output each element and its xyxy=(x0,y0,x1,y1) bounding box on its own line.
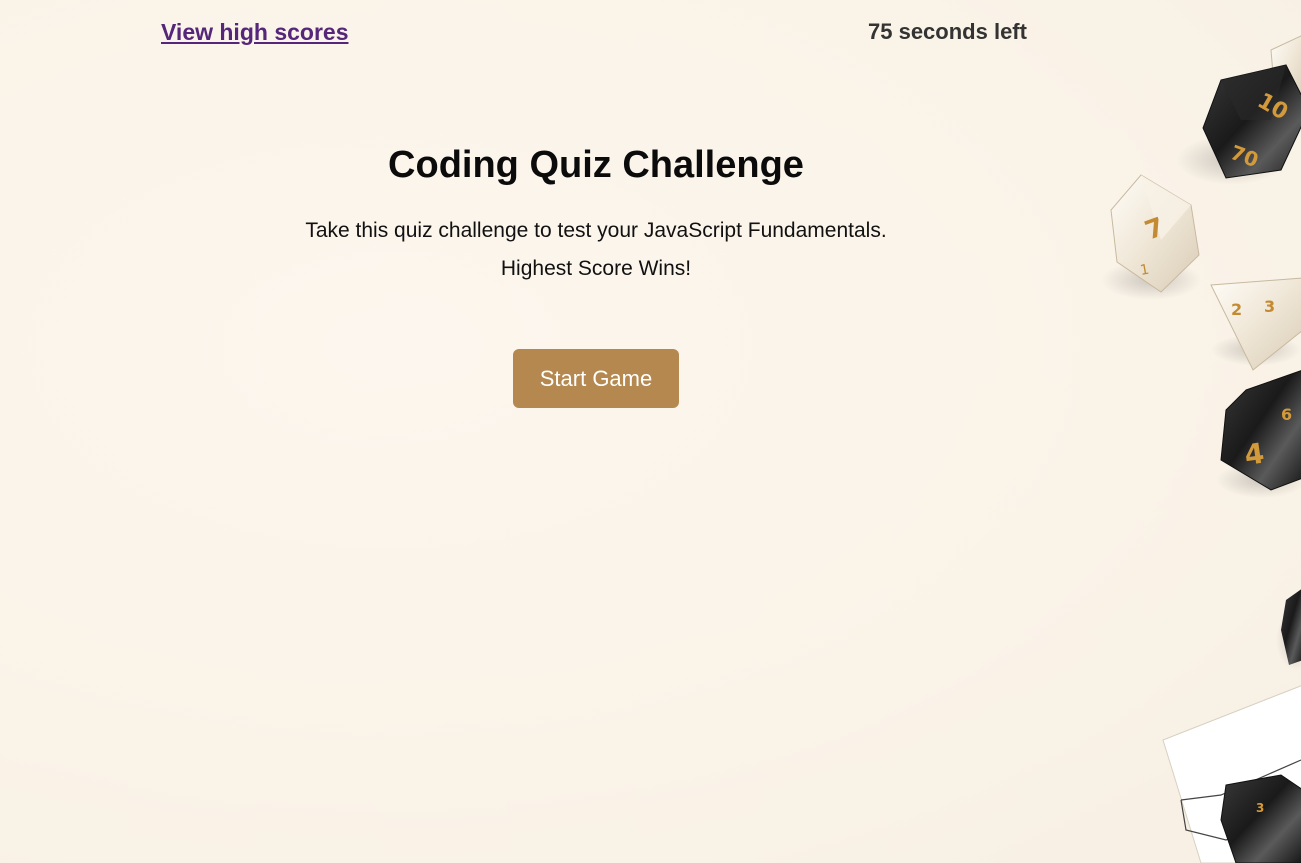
svg-text:6: 6 xyxy=(1281,405,1292,424)
dice-edge-partial xyxy=(1276,589,1301,670)
page-background: View high scores 75 seconds left Coding … xyxy=(0,0,1301,863)
dice-number: 4 xyxy=(1242,437,1266,472)
timer-display: 75 seconds left xyxy=(868,19,1027,44)
black-d6-dice: 4 6 xyxy=(1216,370,1301,498)
start-game-button[interactable]: Start Game xyxy=(513,349,679,408)
quiz-description: Take this quiz challenge to test your Ja… xyxy=(250,212,942,288)
svg-text:7: 7 xyxy=(1141,212,1168,246)
description-line-2: Highest Score Wins! xyxy=(500,257,692,280)
svg-text:2: 2 xyxy=(1231,300,1242,319)
white-d8-dice: 7 1 xyxy=(1101,174,1201,300)
dice-number: 10 xyxy=(1253,89,1292,126)
dice-decoration-image: 10 70 7 1 2 3 4 6 3 xyxy=(1101,35,1301,863)
black-d10-dice: 10 70 xyxy=(1176,64,1301,185)
dice-number: 1 xyxy=(1139,262,1151,279)
dice-number: 70 xyxy=(1227,140,1261,172)
description-line-1: Take this quiz challenge to test your Ja… xyxy=(305,219,887,242)
svg-text:3: 3 xyxy=(1256,801,1264,815)
white-d4-dice: 2 3 xyxy=(1210,277,1301,371)
page-title: Coding Quiz Challenge xyxy=(388,144,804,186)
dice-number: 3 xyxy=(1264,297,1275,316)
dice-top-partial xyxy=(1251,35,1301,117)
paper-sketch: 3 xyxy=(1162,685,1301,863)
view-high-scores-link[interactable]: View high scores xyxy=(161,16,348,48)
intro-section: Coding Quiz Challenge Take this quiz cha… xyxy=(250,140,942,288)
